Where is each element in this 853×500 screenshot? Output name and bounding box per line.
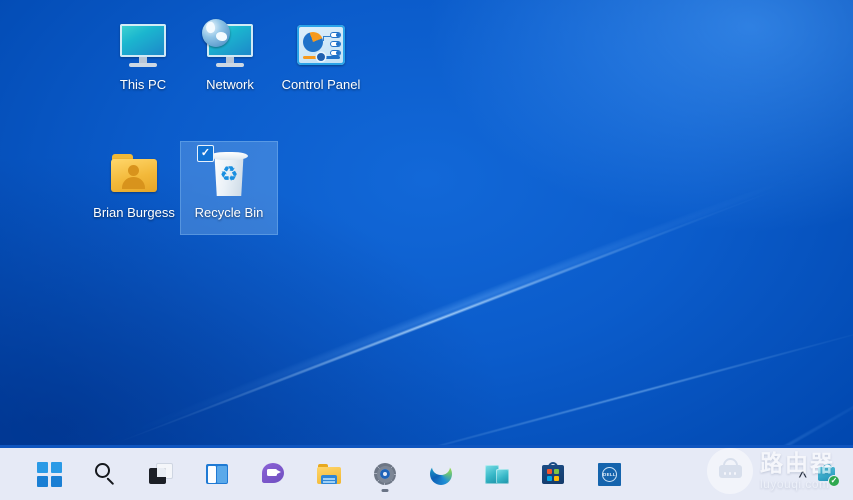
dell-logo-icon: DELL: [596, 461, 622, 487]
dell-button[interactable]: DELL: [592, 454, 626, 494]
start-button[interactable]: [32, 454, 66, 494]
recycle-bin-icon: ♻ ✓: [203, 150, 255, 200]
desktop-wallpaper[interactable]: This PC Network Control Panel: [0, 0, 853, 447]
task-view-button[interactable]: [144, 454, 178, 494]
desktop-icon-label: Network: [206, 77, 254, 93]
widgets-icon: [204, 461, 230, 487]
taskbar-button-group: DELL: [0, 448, 626, 500]
selection-checkbox[interactable]: ✓: [197, 145, 214, 162]
monitor-icon: [117, 22, 169, 72]
tray-update-icon[interactable]: ✓: [817, 464, 839, 486]
desktop-icon-brian-burgess[interactable]: Brian Burgess: [86, 142, 182, 234]
active-app-indicator: [382, 489, 389, 492]
recycle-symbol-icon: ♻: [217, 164, 241, 186]
desktop-icon-label: Brian Burgess: [93, 205, 175, 221]
edge-icon: [428, 461, 454, 487]
system-tray[interactable]: ˄ ✓: [799, 448, 853, 500]
settings-button[interactable]: [368, 454, 402, 494]
desktop-icon-label: Recycle Bin: [195, 205, 264, 221]
gear-icon: [372, 461, 398, 487]
network-globe-icon: [204, 22, 256, 72]
control-panel-icon: [295, 22, 347, 72]
desktop-icon-label: Control Panel: [282, 77, 361, 93]
desktop-icon-this-pc[interactable]: This PC: [95, 14, 191, 106]
search-icon: [92, 461, 118, 487]
server-button[interactable]: [480, 454, 514, 494]
desktop-icon-control-panel[interactable]: Control Panel: [273, 14, 369, 106]
chat-button[interactable]: [256, 454, 290, 494]
taskbar-accent-line: [0, 445, 853, 448]
desktop-icon-network[interactable]: Network: [182, 14, 278, 106]
server-stack-icon: [484, 461, 510, 487]
widgets-button[interactable]: [200, 454, 234, 494]
desktop-icon-label: This PC: [120, 77, 166, 93]
chevron-up-icon[interactable]: ˄: [798, 468, 807, 481]
task-view-icon: [148, 461, 174, 487]
store-button[interactable]: [536, 454, 570, 494]
search-button[interactable]: [88, 454, 122, 494]
chat-video-icon: [260, 461, 286, 487]
wallpaper-swoosh-faint: [286, 135, 853, 447]
folder-icon: [316, 461, 342, 487]
taskbar[interactable]: DELL ˄ ✓: [0, 447, 853, 500]
store-bag-icon: [540, 461, 566, 487]
dell-wordmark: DELL: [602, 467, 617, 482]
windows-logo-icon: [36, 461, 62, 487]
tray-badge: ✓: [828, 475, 840, 487]
edge-button[interactable]: [424, 454, 458, 494]
file-explorer-button[interactable]: [312, 454, 346, 494]
user-folder-icon: [108, 150, 160, 200]
desktop-icon-recycle-bin[interactable]: ♻ ✓ Recycle Bin: [181, 142, 277, 234]
